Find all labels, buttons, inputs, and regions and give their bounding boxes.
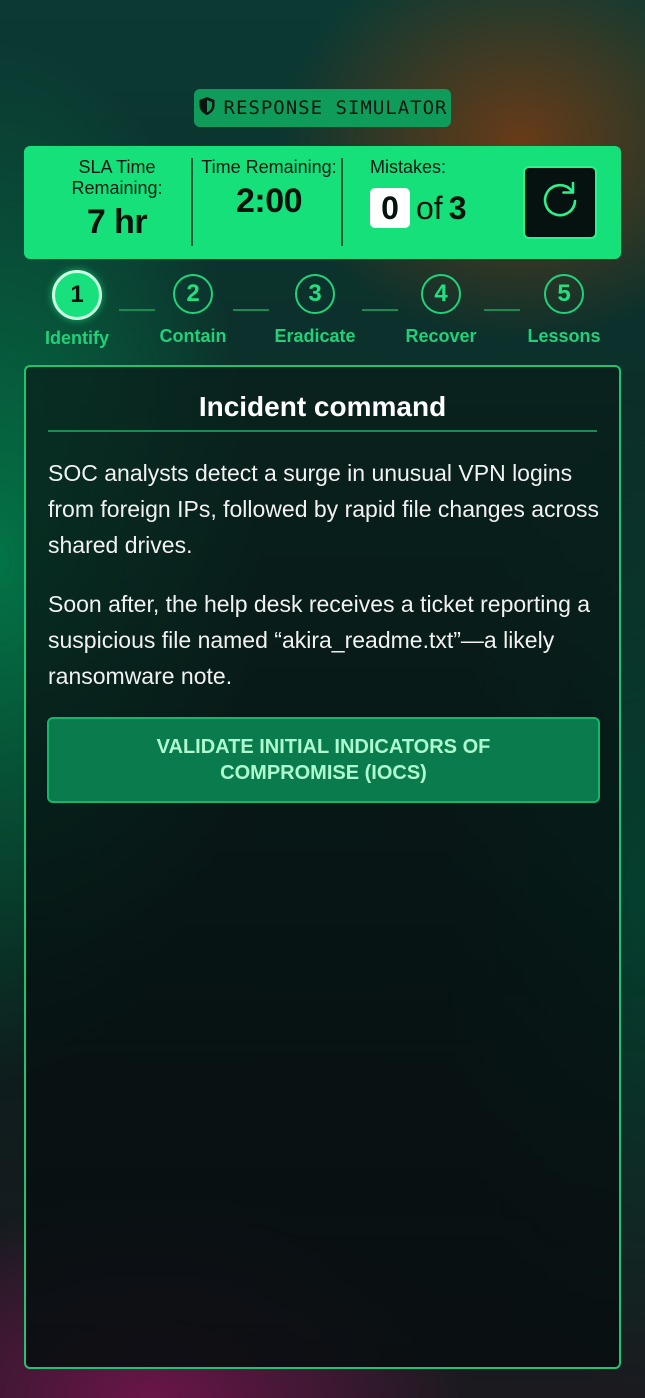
step-number: 4	[421, 274, 461, 314]
step-recover[interactable]: 4 Recover	[386, 270, 496, 347]
mistakes-of: of	[416, 189, 443, 226]
step-number: 3	[295, 274, 335, 314]
step-number: 5	[544, 274, 584, 314]
scenario-paragraph: SOC analysts detect a surge in unusual V…	[48, 460, 599, 558]
step-label: Recover	[405, 326, 477, 346]
mistakes-label: Mistakes:	[370, 157, 447, 177]
step-lessons[interactable]: 5 Lessons	[509, 270, 619, 347]
time-remaining-value: 2:00	[235, 182, 303, 220]
step-eradicate[interactable]: 3 Eradicate	[260, 270, 370, 347]
mistakes-count: 0	[370, 188, 410, 228]
time-remaining-stat: Time Remaining: 2:00	[196, 146, 342, 270]
reset-button[interactable]	[523, 166, 597, 239]
mistakes-counter: 0 of 3	[370, 188, 520, 228]
response-simulator-badge: RESPONSE SIMULATOR	[194, 89, 451, 127]
stat-divider	[191, 158, 193, 246]
step-label: Identify	[44, 328, 109, 348]
step-contain[interactable]: 2 Contain	[138, 270, 248, 347]
sla-time-value: 7 hr	[86, 203, 148, 241]
step-number: 1	[52, 270, 102, 320]
action-button-label: VALIDATE INITIAL INDICATORS OF COMPROMIS…	[156, 736, 491, 784]
sla-time-label: SLA Time Remaining:	[71, 157, 163, 198]
sla-time-stat: SLA Time Remaining: 7 hr	[44, 146, 190, 270]
stat-divider	[341, 158, 343, 246]
incident-panel: Incident command SOC analysts detect a s…	[24, 365, 621, 1369]
time-remaining-label: Time Remaining:	[201, 157, 337, 177]
scenario-paragraph: Soon after, the help desk receives a tic…	[48, 591, 591, 689]
step-label: Eradicate	[274, 326, 356, 346]
step-number: 2	[173, 274, 213, 314]
phase-stepper: 1 Identify 2 Contain 3 Eradicate 4 Recov…	[0, 270, 645, 350]
mistakes-stat: Mistakes: 0 of 3	[370, 146, 520, 270]
step-label: Contain	[159, 326, 227, 346]
mistakes-max: 3	[448, 189, 467, 226]
title-divider	[48, 430, 597, 432]
shield-icon	[198, 96, 216, 120]
validate-iocs-button[interactable]: VALIDATE INITIAL INDICATORS OF COMPROMIS…	[47, 717, 600, 803]
panel-title: Incident command	[198, 391, 447, 422]
refresh-icon	[538, 179, 582, 227]
status-bar: SLA Time Remaining: 7 hr Time Remaining:…	[24, 146, 621, 259]
badge-label: RESPONSE SIMULATOR	[223, 97, 448, 119]
step-label: Lessons	[527, 326, 601, 346]
step-identify[interactable]: 1 Identify	[22, 270, 132, 349]
